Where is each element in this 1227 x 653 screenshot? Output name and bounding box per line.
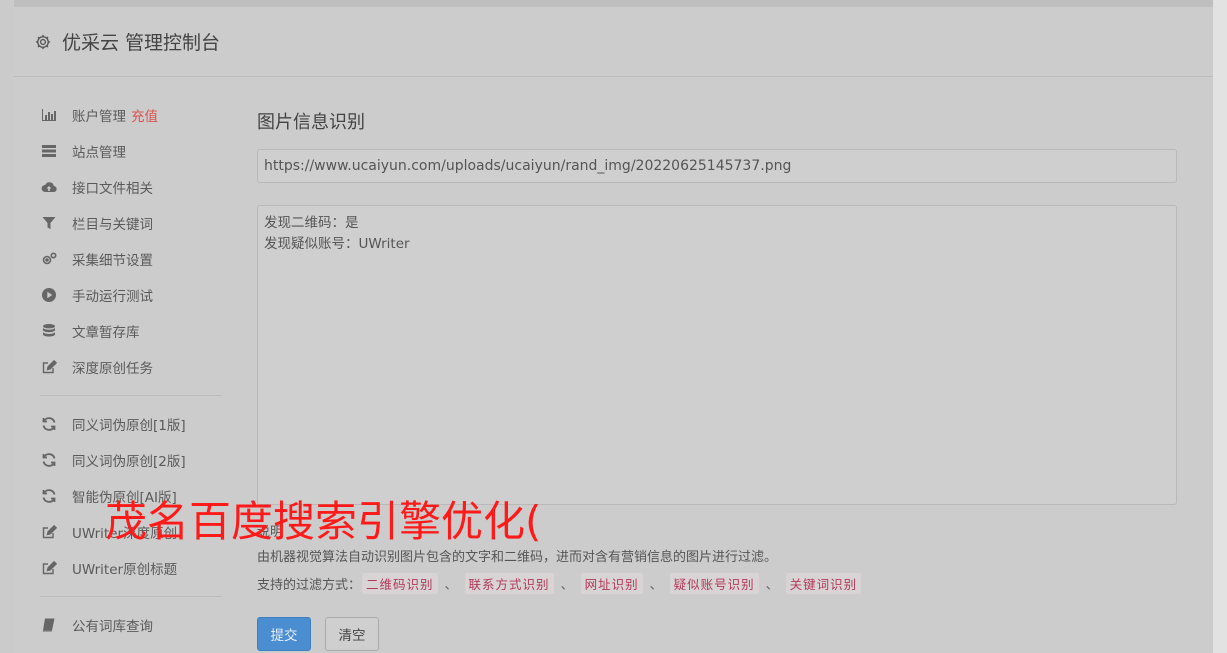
sidebar-item-label: 深度原创任务 bbox=[72, 361, 153, 377]
filter-tag: 关键词识别 bbox=[785, 573, 862, 594]
filter-tag: 网址识别 bbox=[580, 573, 643, 594]
book-icon bbox=[40, 617, 58, 633]
refresh-icon bbox=[40, 488, 58, 504]
sidebar-item-label: 站点管理 bbox=[72, 145, 126, 161]
section-title: 图片信息识别 bbox=[257, 112, 365, 133]
sidebar-item[interactable]: 账户管理 充值 bbox=[40, 97, 222, 133]
sidebar-item[interactable]: 采集细节设置 bbox=[40, 241, 222, 277]
recharge-link[interactable]: 充值 bbox=[131, 105, 158, 125]
sidebar-item-label: 公有词库查询 bbox=[72, 619, 153, 635]
filter-icon bbox=[40, 215, 58, 231]
filter-separator: 、 bbox=[765, 578, 779, 593]
image-url-input[interactable] bbox=[257, 149, 1177, 183]
sidebar-item-label: 采集细节设置 bbox=[72, 253, 153, 269]
filter-separator: 、 bbox=[444, 578, 458, 593]
result-textarea[interactable]: 发现二维码：是 发现疑似账号：UWriter bbox=[257, 205, 1177, 505]
refresh-icon bbox=[40, 416, 58, 432]
sidebar-item-label: 同义词伪原创[2版] bbox=[72, 454, 186, 470]
filter-separator: 、 bbox=[560, 578, 574, 593]
sidebar-item[interactable]: 同义词伪原创[1版] bbox=[40, 406, 222, 442]
sidebar-divider bbox=[40, 395, 222, 396]
cloud-upload-icon bbox=[40, 179, 58, 195]
cogs-icon bbox=[40, 251, 58, 267]
sidebar-item[interactable]: 同义词伪原创[2版] bbox=[40, 442, 222, 478]
description-text: 由机器视觉算法自动识别图片包含的文字和二维码，进而对含有营销信息的图片进行过滤。 bbox=[257, 550, 778, 565]
left-border bbox=[0, 0, 14, 653]
page-header: 优采云 管理控制台 bbox=[14, 7, 1213, 77]
result-line: 发现二维码：是 bbox=[264, 215, 359, 231]
sidebar-item[interactable]: 手动运行测试 bbox=[40, 277, 222, 313]
sidebar-item[interactable]: 站点管理 bbox=[40, 133, 222, 169]
refresh-icon bbox=[40, 452, 58, 468]
edit-icon bbox=[40, 560, 58, 576]
action-buttons: 提交 清空 bbox=[257, 617, 1177, 651]
filter-tag: 疑似账号识别 bbox=[669, 573, 759, 594]
filter-separator: 、 bbox=[649, 578, 663, 593]
play-circle-icon bbox=[40, 287, 58, 303]
filter-tag: 联系方式识别 bbox=[464, 573, 554, 594]
sidebar-item[interactable]: 深度原创任务 bbox=[40, 349, 222, 385]
sidebar-item[interactable]: 公有词库查询 bbox=[40, 607, 222, 643]
sidebar-item[interactable]: 文章暂存库 bbox=[40, 313, 222, 349]
top-border bbox=[0, 0, 1227, 7]
database-icon bbox=[40, 323, 58, 339]
sidebar-item-label: UWriter原创标题 bbox=[72, 562, 178, 578]
watermark-overlay: 茂名百度搜索引擎优化( bbox=[105, 497, 542, 546]
bar-chart-icon bbox=[40, 107, 58, 123]
edit-icon bbox=[40, 524, 58, 540]
sidebar-item-label: 账户管理 bbox=[72, 109, 126, 125]
sidebar-item-label: 文章暂存库 bbox=[72, 325, 140, 341]
filter-tag: 二维码识别 bbox=[362, 573, 438, 594]
console-panel: 优采云 管理控制台 账户管理 充值站点管理接口文件相关 栏目与关键词 采集细节设置 手动… bbox=[14, 7, 1213, 653]
main-content: 图片信息识别 发现二维码：是 发现疑似账号：UWriter 说明 由机器视觉算法… bbox=[257, 97, 1177, 651]
filter-prefix: 支持的过滤方式： bbox=[257, 578, 362, 593]
sidebar-item-label: 手动运行测试 bbox=[72, 289, 153, 305]
result-line: 发现疑似账号：UWriter bbox=[264, 236, 410, 252]
submit-button[interactable]: 提交 bbox=[257, 617, 311, 651]
edit-icon bbox=[40, 359, 58, 375]
sidebar: 账户管理 充值站点管理接口文件相关 栏目与关键词 采集细节设置 手动运行测试 文章暂存库深… bbox=[40, 97, 222, 643]
gear-icon bbox=[35, 34, 51, 49]
sidebar-item[interactable]: 接口文件相关 bbox=[40, 169, 222, 205]
right-border bbox=[1213, 0, 1227, 653]
sidebar-item-label: 同义词伪原创[1版] bbox=[72, 418, 186, 434]
sidebar-item[interactable]: 栏目与关键词 bbox=[40, 205, 222, 241]
filter-methods: 支持的过滤方式： 二维码识别、联系方式识别、网址识别、疑似账号识别、关键词识别 bbox=[257, 573, 1177, 594]
server-icon bbox=[40, 143, 58, 159]
sidebar-item[interactable]: UWriter原创标题 bbox=[40, 550, 222, 586]
clear-button[interactable]: 清空 bbox=[325, 617, 379, 651]
page-title: 优采云 管理控制台 bbox=[62, 32, 221, 54]
sidebar-divider bbox=[40, 596, 222, 597]
sidebar-item-label: 栏目与关键词 bbox=[72, 217, 153, 233]
sidebar-item-label: 接口文件相关 bbox=[72, 181, 153, 197]
